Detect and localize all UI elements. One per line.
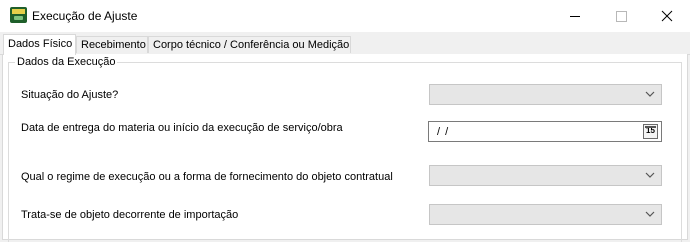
minimize-button[interactable] (552, 0, 598, 32)
regime-label: Qual o regime de execução ou a forma de … (21, 171, 393, 183)
tab-dados-fisico[interactable]: Dados Físico (3, 34, 76, 55)
window-title: Execução de Ajuste (32, 9, 138, 23)
close-icon (661, 10, 673, 22)
chevron-down-icon (645, 91, 655, 97)
chevron-down-icon (645, 211, 655, 217)
calendar-icon[interactable]: 15 (643, 124, 658, 139)
regime-select[interactable] (429, 165, 662, 186)
groupbox-title: Dados da Execução (15, 55, 118, 69)
importacao-select[interactable] (429, 204, 662, 225)
minimize-icon (570, 15, 580, 17)
maximize-button[interactable] (598, 0, 644, 32)
date-value: / / (437, 126, 450, 138)
app-logo-icon (10, 7, 27, 23)
tab-recebimento[interactable]: Recebimento (76, 36, 148, 53)
title-bar: Execução de Ajuste (0, 0, 690, 32)
close-button[interactable] (644, 0, 690, 32)
situacao-label: Situação do Ajuste? (21, 89, 119, 101)
chevron-down-icon (645, 172, 655, 178)
tab-strip: Dados Físico Recebimento Corpo técnico /… (0, 34, 690, 55)
situacao-select[interactable] (429, 84, 662, 105)
data-entrega-field[interactable]: / / 15 (428, 121, 662, 142)
maximize-icon (615, 10, 627, 22)
data-entrega-label: Data de entrega do materia ou início da … (21, 122, 343, 134)
tab-corpo-tecnico[interactable]: Corpo técnico / Conferência ou Medição (148, 36, 351, 53)
importacao-label: Trata-se de objeto decorrente de importa… (21, 209, 239, 221)
